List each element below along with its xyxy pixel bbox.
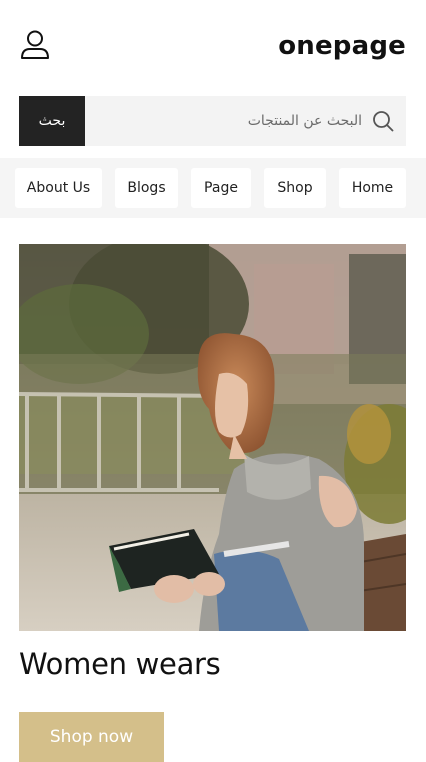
search-bar: بحث (19, 96, 406, 146)
hero-photo (19, 244, 406, 631)
search-icon[interactable] (372, 110, 394, 132)
site-header: onepage (0, 0, 426, 92)
nav-item-shop[interactable]: Shop (264, 168, 326, 208)
search-input[interactable] (85, 96, 406, 146)
shop-now-button[interactable]: Shop now (19, 712, 164, 762)
nav-item-blogs[interactable]: Blogs (115, 168, 178, 208)
user-icon (21, 30, 49, 59)
nav-item-page[interactable]: Page (191, 168, 251, 208)
nav-item-home[interactable]: Home (339, 168, 406, 208)
site-logo[interactable]: onepage (278, 28, 406, 64)
account-button[interactable] (18, 28, 52, 62)
main-nav: About Us Blogs Page Shop Home (0, 158, 426, 218)
nav-item-about-us[interactable]: About Us (15, 168, 102, 208)
hero-title: Women wears (19, 647, 221, 681)
hero-image[interactable] (19, 244, 406, 631)
search-button[interactable]: بحث (19, 96, 85, 146)
